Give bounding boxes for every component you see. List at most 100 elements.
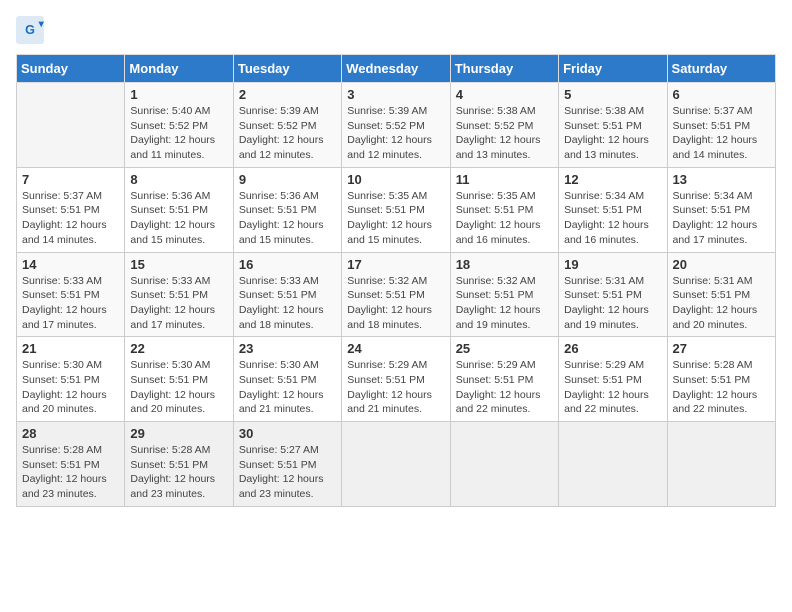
day-info: Sunrise: 5:33 AMSunset: 5:51 PMDaylight:… <box>22 274 119 333</box>
weekday-header-tuesday: Tuesday <box>233 55 341 83</box>
day-number: 7 <box>22 172 119 187</box>
day-info: Sunrise: 5:38 AMSunset: 5:51 PMDaylight:… <box>564 104 661 163</box>
day-info: Sunrise: 5:34 AMSunset: 5:51 PMDaylight:… <box>564 189 661 248</box>
day-info: Sunrise: 5:29 AMSunset: 5:51 PMDaylight:… <box>347 358 444 417</box>
day-info: Sunrise: 5:30 AMSunset: 5:51 PMDaylight:… <box>22 358 119 417</box>
day-number: 13 <box>673 172 770 187</box>
calendar-cell: 30 Sunrise: 5:27 AMSunset: 5:51 PMDayligh… <box>233 422 341 507</box>
logo-icon: G <box>16 16 44 44</box>
weekday-header-sunday: Sunday <box>17 55 125 83</box>
day-number: 3 <box>347 87 444 102</box>
calendar-cell: 22 Sunrise: 5:30 AMSunset: 5:51 PMDayligh… <box>125 337 233 422</box>
day-info: Sunrise: 5:28 AMSunset: 5:51 PMDaylight:… <box>22 443 119 502</box>
logo: G <box>16 16 48 44</box>
day-info: Sunrise: 5:32 AMSunset: 5:51 PMDaylight:… <box>456 274 553 333</box>
weekday-header-saturday: Saturday <box>667 55 775 83</box>
calendar-cell <box>450 422 558 507</box>
calendar-cell: 8 Sunrise: 5:36 AMSunset: 5:51 PMDaylight… <box>125 167 233 252</box>
calendar-cell: 23 Sunrise: 5:30 AMSunset: 5:51 PMDayligh… <box>233 337 341 422</box>
calendar-cell: 18 Sunrise: 5:32 AMSunset: 5:51 PMDayligh… <box>450 252 558 337</box>
day-info: Sunrise: 5:37 AMSunset: 5:51 PMDaylight:… <box>673 104 770 163</box>
calendar-cell: 21 Sunrise: 5:30 AMSunset: 5:51 PMDayligh… <box>17 337 125 422</box>
day-info: Sunrise: 5:35 AMSunset: 5:51 PMDaylight:… <box>347 189 444 248</box>
calendar-cell <box>342 422 450 507</box>
day-number: 2 <box>239 87 336 102</box>
calendar-cell: 10 Sunrise: 5:35 AMSunset: 5:51 PMDayligh… <box>342 167 450 252</box>
day-info: Sunrise: 5:28 AMSunset: 5:51 PMDaylight:… <box>673 358 770 417</box>
calendar-cell: 20 Sunrise: 5:31 AMSunset: 5:51 PMDayligh… <box>667 252 775 337</box>
day-info: Sunrise: 5:36 AMSunset: 5:51 PMDaylight:… <box>130 189 227 248</box>
calendar-cell: 26 Sunrise: 5:29 AMSunset: 5:51 PMDayligh… <box>559 337 667 422</box>
day-number: 24 <box>347 341 444 356</box>
day-info: Sunrise: 5:28 AMSunset: 5:51 PMDaylight:… <box>130 443 227 502</box>
day-info: Sunrise: 5:38 AMSunset: 5:52 PMDaylight:… <box>456 104 553 163</box>
calendar-cell: 13 Sunrise: 5:34 AMSunset: 5:51 PMDayligh… <box>667 167 775 252</box>
day-info: Sunrise: 5:35 AMSunset: 5:51 PMDaylight:… <box>456 189 553 248</box>
day-number: 1 <box>130 87 227 102</box>
calendar-cell: 24 Sunrise: 5:29 AMSunset: 5:51 PMDayligh… <box>342 337 450 422</box>
day-number: 18 <box>456 257 553 272</box>
day-number: 8 <box>130 172 227 187</box>
calendar-cell <box>559 422 667 507</box>
calendar-cell: 17Sunrise: 5:32 AMSunset: 5:51 PMDayligh… <box>342 252 450 337</box>
calendar-cell: 25 Sunrise: 5:29 AMSunset: 5:51 PMDayligh… <box>450 337 558 422</box>
calendar-cell: 2 Sunrise: 5:39 AMSunset: 5:52 PMDaylight… <box>233 83 341 168</box>
day-info: Sunrise: 5:39 AMSunset: 5:52 PMDaylight:… <box>347 104 444 163</box>
day-info: Sunrise: 5:30 AMSunset: 5:51 PMDaylight:… <box>130 358 227 417</box>
calendar-cell: 12 Sunrise: 5:34 AMSunset: 5:51 PMDayligh… <box>559 167 667 252</box>
day-number: 9 <box>239 172 336 187</box>
day-number: 16 <box>239 257 336 272</box>
day-info: Sunrise: 5:27 AMSunset: 5:51 PMDaylight:… <box>239 443 336 502</box>
calendar-cell: 28Sunrise: 5:28 AMSunset: 5:51 PMDayligh… <box>17 422 125 507</box>
calendar-cell: 11 Sunrise: 5:35 AMSunset: 5:51 PMDayligh… <box>450 167 558 252</box>
calendar-cell: 16 Sunrise: 5:33 AMSunset: 5:51 PMDayligh… <box>233 252 341 337</box>
calendar-cell <box>667 422 775 507</box>
calendar-cell: 15 Sunrise: 5:33 AMSunset: 5:51 PMDayligh… <box>125 252 233 337</box>
day-info: Sunrise: 5:32 AMSunset: 5:51 PMDaylight:… <box>347 274 444 333</box>
day-number: 23 <box>239 341 336 356</box>
day-info: Sunrise: 5:31 AMSunset: 5:51 PMDaylight:… <box>564 274 661 333</box>
calendar-cell: 7 Sunrise: 5:37 AMSunset: 5:51 PMDaylight… <box>17 167 125 252</box>
day-info: Sunrise: 5:33 AMSunset: 5:51 PMDaylight:… <box>130 274 227 333</box>
day-number: 25 <box>456 341 553 356</box>
day-number: 22 <box>130 341 227 356</box>
calendar-cell <box>17 83 125 168</box>
weekday-header-wednesday: Wednesday <box>342 55 450 83</box>
calendar-cell: 5 Sunrise: 5:38 AMSunset: 5:51 PMDaylight… <box>559 83 667 168</box>
day-number: 11 <box>456 172 553 187</box>
weekday-header-friday: Friday <box>559 55 667 83</box>
day-number: 5 <box>564 87 661 102</box>
svg-text:G: G <box>25 23 35 37</box>
day-info: Sunrise: 5:30 AMSunset: 5:51 PMDaylight:… <box>239 358 336 417</box>
day-number: 12 <box>564 172 661 187</box>
day-info: Sunrise: 5:31 AMSunset: 5:51 PMDaylight:… <box>673 274 770 333</box>
day-info: Sunrise: 5:36 AMSunset: 5:51 PMDaylight:… <box>239 189 336 248</box>
day-info: Sunrise: 5:39 AMSunset: 5:52 PMDaylight:… <box>239 104 336 163</box>
day-number: 4 <box>456 87 553 102</box>
day-number: 6 <box>673 87 770 102</box>
day-info: Sunrise: 5:29 AMSunset: 5:51 PMDaylight:… <box>456 358 553 417</box>
day-info: Sunrise: 5:37 AMSunset: 5:51 PMDaylight:… <box>22 189 119 248</box>
calendar-cell: 9 Sunrise: 5:36 AMSunset: 5:51 PMDaylight… <box>233 167 341 252</box>
day-info: Sunrise: 5:29 AMSunset: 5:51 PMDaylight:… <box>564 358 661 417</box>
weekday-header-monday: Monday <box>125 55 233 83</box>
day-info: Sunrise: 5:33 AMSunset: 5:51 PMDaylight:… <box>239 274 336 333</box>
calendar-cell: 4 Sunrise: 5:38 AMSunset: 5:52 PMDaylight… <box>450 83 558 168</box>
day-number: 19 <box>564 257 661 272</box>
day-info: Sunrise: 5:40 AMSunset: 5:52 PMDaylight:… <box>130 104 227 163</box>
calendar-cell: 6 Sunrise: 5:37 AMSunset: 5:51 PMDaylight… <box>667 83 775 168</box>
calendar: SundayMondayTuesdayWednesdayThursdayFrid… <box>16 54 776 507</box>
calendar-cell: 29 Sunrise: 5:28 AMSunset: 5:51 PMDayligh… <box>125 422 233 507</box>
day-number: 15 <box>130 257 227 272</box>
day-number: 26 <box>564 341 661 356</box>
day-number: 14 <box>22 257 119 272</box>
day-number: 30 <box>239 426 336 441</box>
day-number: 27 <box>673 341 770 356</box>
calendar-cell: 3 Sunrise: 5:39 AMSunset: 5:52 PMDaylight… <box>342 83 450 168</box>
day-number: 29 <box>130 426 227 441</box>
day-number: 20 <box>673 257 770 272</box>
day-number: 10 <box>347 172 444 187</box>
day-number: 21 <box>22 341 119 356</box>
day-info: Sunrise: 5:34 AMSunset: 5:51 PMDaylight:… <box>673 189 770 248</box>
calendar-cell: 19 Sunrise: 5:31 AMSunset: 5:51 PMDayligh… <box>559 252 667 337</box>
